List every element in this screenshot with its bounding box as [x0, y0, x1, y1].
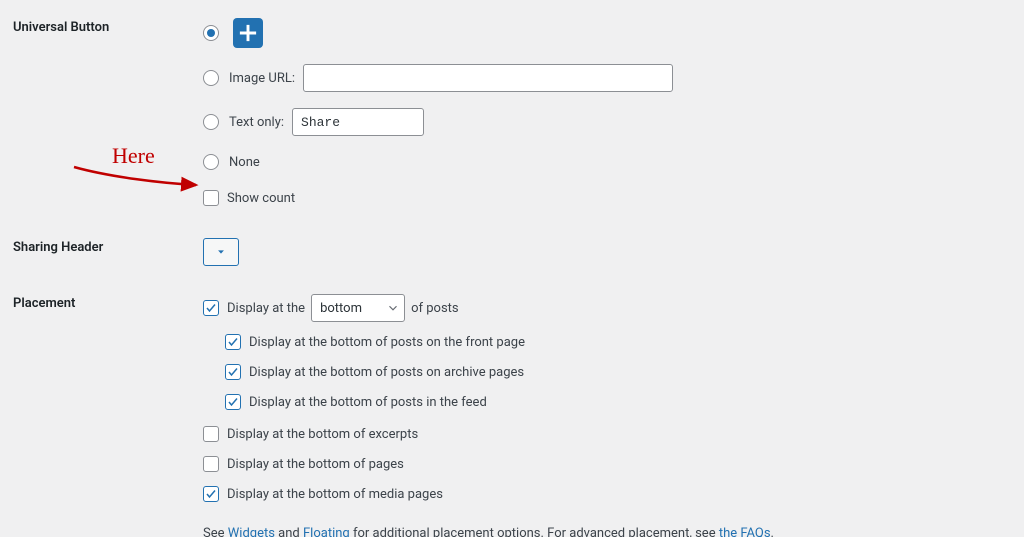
chevron-down-icon: [386, 301, 400, 315]
placement-frontpage-label: Display at the bottom of posts on the fr…: [249, 335, 525, 350]
universal-button-none-radio[interactable]: [203, 154, 219, 170]
image-url-input[interactable]: [303, 64, 673, 92]
placement-excerpts-checkbox[interactable]: [203, 426, 219, 442]
placement-label: Placement: [0, 294, 203, 311]
display-at-the-text: Display at the: [227, 301, 305, 316]
placement-feed-label: Display at the bottom of posts in the fe…: [249, 395, 487, 410]
placement-archive-label: Display at the bottom of posts on archiv…: [249, 365, 524, 380]
universal-button-textonly-radio[interactable]: [203, 114, 219, 130]
sharing-header-dropdown[interactable]: [203, 238, 239, 266]
annotation-text: Here: [112, 143, 155, 169]
widgets-link[interactable]: Widgets: [228, 526, 275, 537]
placement-pages-checkbox[interactable]: [203, 456, 219, 472]
sharing-header-label: Sharing Header: [0, 238, 203, 255]
placement-position-value: bottom: [320, 301, 362, 316]
placement-pages-label: Display at the bottom of pages: [227, 457, 404, 472]
placement-excerpts-label: Display at the bottom of excerpts: [227, 427, 418, 442]
of-posts-text: of posts: [411, 301, 459, 316]
placement-feed-checkbox[interactable]: [225, 394, 241, 410]
text-only-label: Text only:: [229, 115, 284, 130]
universal-button-label: Universal Button: [0, 18, 203, 35]
placement-position-select[interactable]: bottom: [311, 294, 405, 322]
universal-button-icon-radio[interactable]: [203, 25, 219, 41]
floating-link[interactable]: Floating: [303, 526, 350, 537]
placement-archive-checkbox[interactable]: [225, 364, 241, 380]
faqs-link[interactable]: the FAQs: [719, 526, 771, 537]
universal-button-imageurl-radio[interactable]: [203, 70, 219, 86]
image-url-label: Image URL:: [229, 71, 295, 86]
none-label: None: [229, 155, 260, 170]
plus-icon: [233, 18, 263, 48]
placement-media-checkbox[interactable]: [203, 486, 219, 502]
placement-media-label: Display at the bottom of media pages: [227, 487, 443, 502]
show-count-label: Show count: [227, 191, 295, 206]
placement-footer-note: See Widgets and Floating for additional …: [203, 526, 1010, 537]
placement-posts-checkbox[interactable]: [203, 300, 219, 316]
placement-frontpage-checkbox[interactable]: [225, 334, 241, 350]
show-count-checkbox[interactable]: [203, 190, 219, 206]
caret-down-icon: [216, 247, 226, 257]
text-only-input[interactable]: [292, 108, 424, 136]
